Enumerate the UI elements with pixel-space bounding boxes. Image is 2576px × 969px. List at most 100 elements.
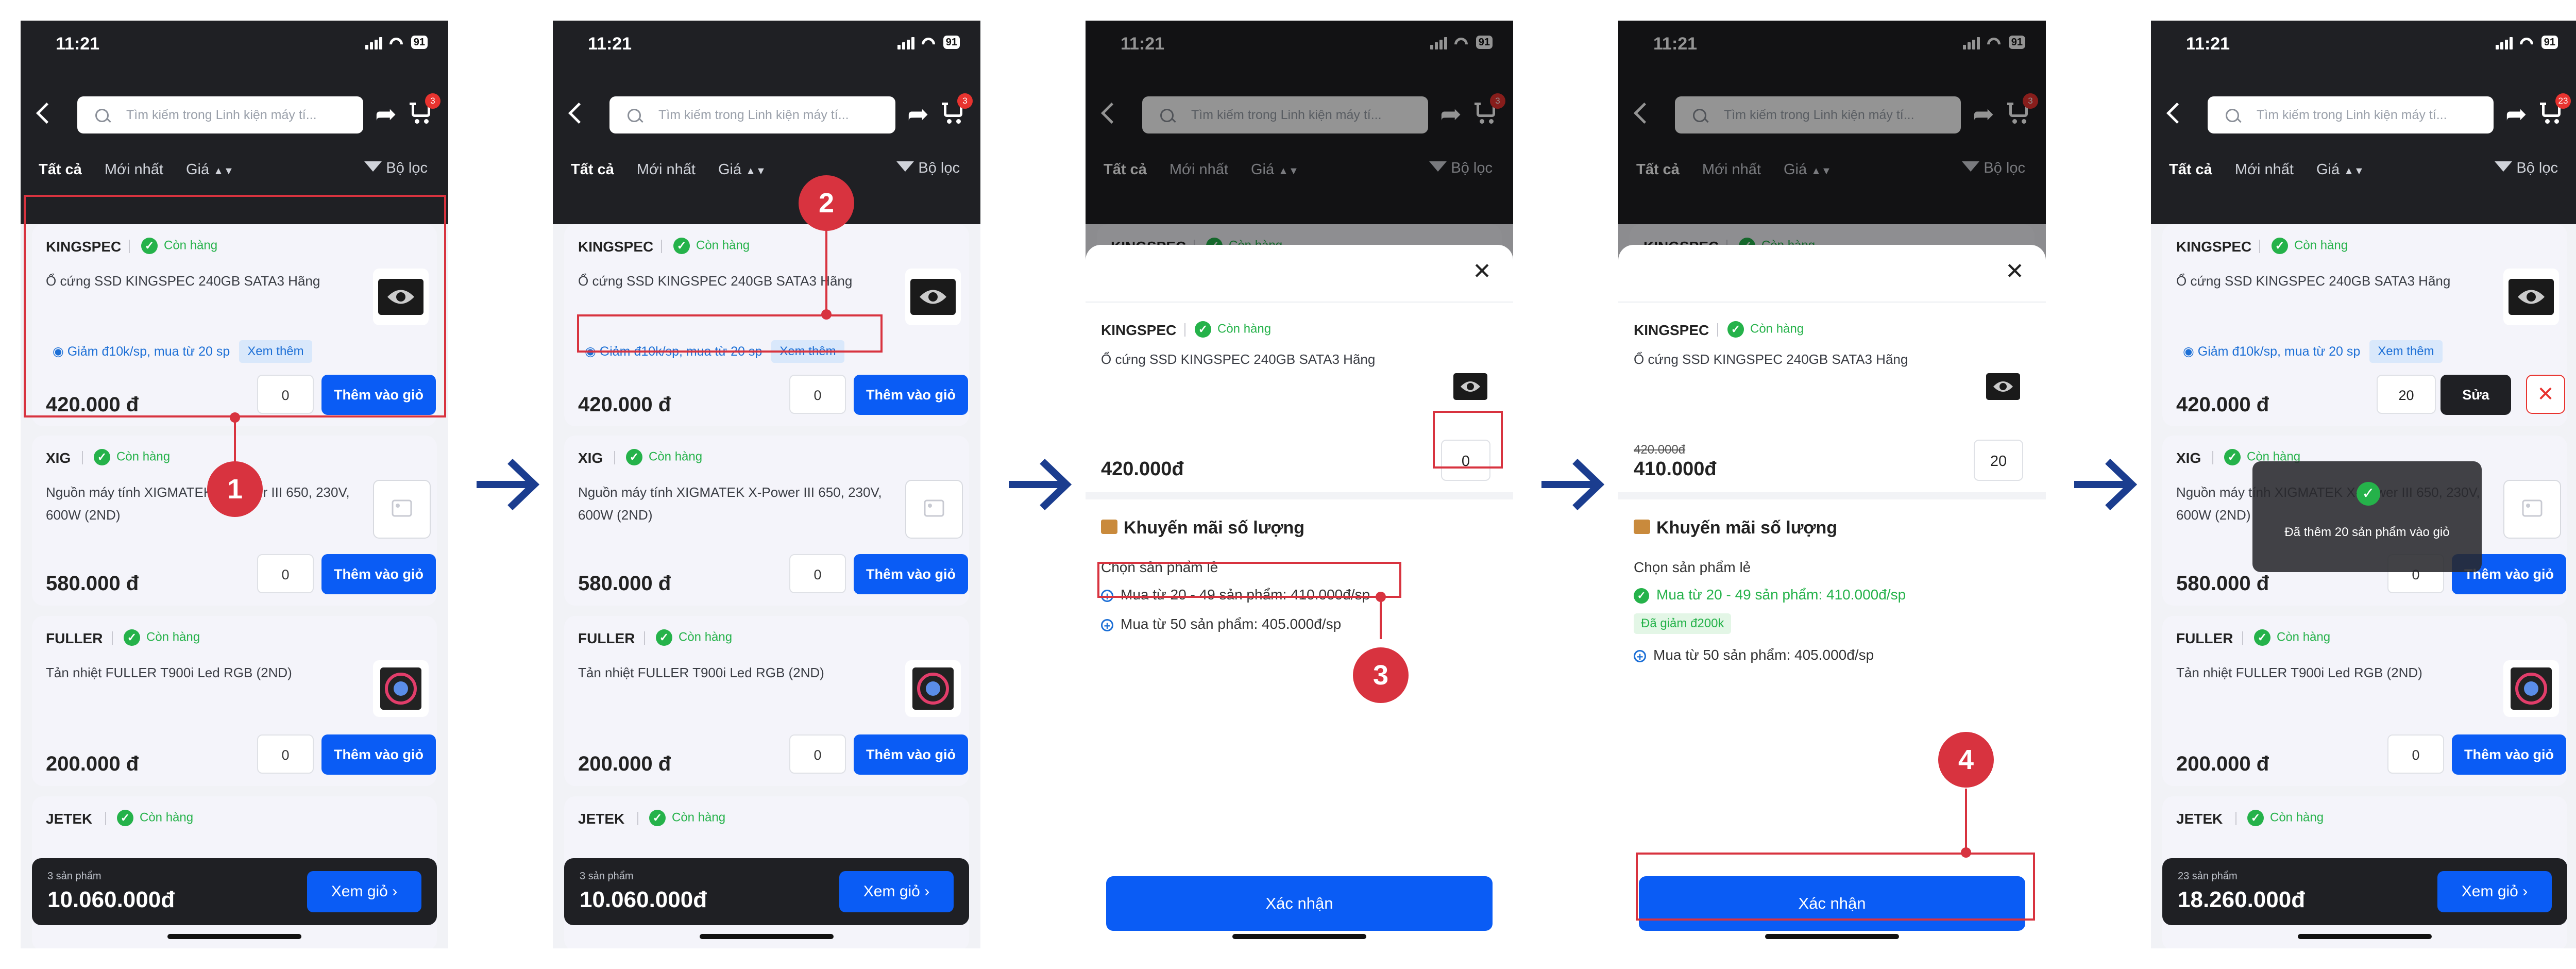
- add-to-cart-button[interactable]: Thêm vào giỏ: [854, 375, 968, 415]
- cart-total: 10.060.000đ: [580, 887, 707, 912]
- app-header: Tìm kiếm trong Linh kiện máy tí... ➦ 3 T…: [553, 75, 980, 224]
- cart-total: 10.060.000đ: [47, 887, 175, 912]
- product-card[interactable]: FULLER ✓ Còn hàng Tản nhiệt FULLER T900i …: [2162, 616, 2567, 786]
- cart-icon[interactable]: 23: [2540, 93, 2571, 124]
- check-icon: ✓: [2357, 482, 2380, 506]
- promo-option-1[interactable]: ✓ Mua từ 20 - 49 sản phẩm: 410.000đ/sp: [1634, 587, 1906, 604]
- check-icon: ✓: [1727, 321, 1744, 338]
- confirm-button[interactable]: Xác nhận: [1106, 876, 1493, 931]
- check-icon: ✓: [94, 449, 110, 465]
- highlight-promo-option: [1097, 562, 1401, 598]
- tab-price[interactable]: Giá ▲▼: [186, 161, 234, 178]
- highlight-confirm: [1636, 853, 2035, 921]
- add-to-cart-button[interactable]: Thêm vào giỏ: [854, 554, 968, 594]
- tab-newest[interactable]: Mới nhất: [105, 161, 163, 178]
- product-brand: JETEK: [578, 811, 625, 827]
- back-icon[interactable]: [568, 102, 590, 124]
- search-placeholder: Tìm kiếm trong Linh kiện máy tí...: [658, 108, 849, 122]
- share-icon[interactable]: ➦: [2505, 98, 2527, 129]
- status-icons: 91: [365, 35, 428, 49]
- add-to-cart-button[interactable]: Thêm vào giỏ: [2452, 734, 2566, 775]
- quantity-input[interactable]: 20: [2377, 375, 2436, 414]
- tab-price[interactable]: Giá ▲▼: [2316, 161, 2364, 178]
- view-cart-button[interactable]: Xem giỏ ›: [2437, 871, 2552, 912]
- search-input[interactable]: Tìm kiếm trong Linh kiện máy tí...: [609, 96, 895, 133]
- edit-button[interactable]: Sửa: [2441, 375, 2511, 415]
- product-brand: XIG: [46, 450, 71, 466]
- product-card[interactable]: FULLER ✓ Còn hàng Tản nhiệt FULLER T900i …: [32, 616, 437, 786]
- product-image[interactable]: [905, 269, 961, 325]
- promo-row: ◉ Giảm đ10k/sp, mua từ 20 sp Xem thêm: [2183, 340, 2443, 363]
- product-image: [1450, 366, 1490, 407]
- product-card[interactable]: XIG ✓Còn hàng Nguồn máy tính XIGMATEK X-…: [564, 436, 969, 606]
- promo-option-2[interactable]: + Mua từ 50 sản phẩm: 405.000đ/sp: [1101, 616, 1341, 632]
- cart-icon[interactable]: 3: [942, 93, 973, 124]
- share-icon[interactable]: ➦: [375, 98, 397, 129]
- arrow-right-icon: [477, 458, 540, 511]
- tab-newest[interactable]: Mới nhất: [637, 161, 696, 178]
- product-name: Nguồn máy tính XIGMATEK X-Power III 650,…: [46, 484, 350, 523]
- tab-newest[interactable]: Mới nhất: [2235, 161, 2294, 178]
- view-cart-button[interactable]: Xem giỏ ›: [307, 871, 421, 912]
- sheet-quantity-input[interactable]: 20: [1974, 440, 2023, 481]
- tab-price[interactable]: Giá ▲▼: [718, 161, 766, 178]
- tab-all[interactable]: Tất cả: [2169, 161, 2212, 178]
- promo-icon: [1634, 520, 1650, 534]
- back-icon[interactable]: [36, 102, 58, 124]
- quantity-input[interactable]: 0: [257, 734, 314, 774]
- product-image[interactable]: [2503, 660, 2559, 717]
- product-image[interactable]: [2503, 269, 2559, 325]
- product-card[interactable]: KINGSPEC ✓ Còn hàng Ổ cứng SSD KINGSPEC 2…: [2162, 224, 2567, 426]
- product-price: 420.000 đ: [578, 393, 671, 416]
- quantity-input[interactable]: 0: [789, 375, 846, 414]
- quantity-input[interactable]: 0: [789, 554, 846, 593]
- delete-icon[interactable]: ✕: [2526, 375, 2565, 414]
- close-icon[interactable]: ✕: [2005, 260, 2024, 283]
- product-brand: JETEK: [46, 811, 93, 827]
- promo-label: Chọn sản phẩm lẻ: [1634, 559, 1751, 575]
- quantity-input[interactable]: 0: [257, 554, 314, 593]
- cart-summary-bar: 23 sản phẩm 18.260.000đ Xem giỏ ›: [2162, 858, 2567, 925]
- close-icon[interactable]: ✕: [1472, 260, 1492, 283]
- screen-4: 11:21 91 Tìm kiếm trong Linh kiện máy tí…: [1618, 21, 2046, 948]
- promo-more-button[interactable]: Xem thêm: [2369, 340, 2443, 363]
- product-name: Ổ cứng SSD KINGSPEC 240GB SATA3 Hãng: [2176, 273, 2451, 289]
- filter-button[interactable]: Bộ lọc: [896, 160, 960, 177]
- filter-button[interactable]: Bộ lọc: [364, 160, 428, 177]
- image-placeholder-icon: [2503, 480, 2561, 539]
- highlight-qty: [1433, 411, 1503, 469]
- search-icon: [2226, 109, 2239, 122]
- search-input[interactable]: Tìm kiếm trong Linh kiện máy tí...: [77, 96, 363, 133]
- tab-all[interactable]: Tất cả: [571, 161, 614, 178]
- cart-icon[interactable]: 3: [410, 93, 440, 124]
- battery-icon: 91: [2541, 36, 2558, 49]
- chevron-right-icon: ›: [392, 883, 398, 900]
- quantity-input[interactable]: 0: [789, 734, 846, 774]
- product-image[interactable]: [373, 660, 429, 717]
- view-cart-button[interactable]: Xem giỏ ›: [839, 871, 954, 912]
- quantity-input[interactable]: 0: [2387, 734, 2444, 774]
- search-input[interactable]: Tìm kiếm trong Linh kiện máy tí...: [2208, 96, 2494, 133]
- product-name: Nguồn máy tính XIGMATEK X-Power III 650,…: [578, 484, 882, 523]
- add-to-cart-button[interactable]: Thêm vào giỏ: [321, 554, 436, 594]
- filter-icon: [364, 161, 382, 172]
- product-card[interactable]: FULLER ✓ Còn hàng Tản nhiệt FULLER T900i …: [564, 616, 969, 786]
- back-icon[interactable]: [2166, 102, 2188, 124]
- promo-text: ◉ Giảm đ10k/sp, mua từ 20 sp: [2183, 344, 2361, 359]
- add-to-cart-button[interactable]: Thêm vào giỏ: [854, 734, 968, 775]
- status-time: 11:21: [588, 34, 632, 54]
- sheet-price: 410.000đ: [1634, 458, 1717, 480]
- filter-icon: [896, 161, 914, 172]
- product-image[interactable]: [905, 660, 961, 717]
- home-indicator: [1232, 934, 1366, 939]
- sheet-price: 420.000đ: [1101, 458, 1184, 480]
- cart-total: 18.260.000đ: [2178, 887, 2306, 912]
- sort-icon: ▲▼: [213, 165, 234, 177]
- tab-all[interactable]: Tất cả: [39, 161, 82, 178]
- share-icon[interactable]: ➦: [907, 98, 929, 129]
- promo-option-2[interactable]: + Mua từ 50 sản phẩm: 405.000đ/sp: [1634, 647, 1874, 663]
- filter-button[interactable]: Bộ lọc: [2495, 160, 2558, 177]
- app-header: Tìm kiếm trong Linh kiện máy tí... ➦ 23 …: [2151, 75, 2576, 224]
- add-to-cart-button[interactable]: Thêm vào giỏ: [321, 734, 436, 775]
- search-icon: [628, 109, 641, 122]
